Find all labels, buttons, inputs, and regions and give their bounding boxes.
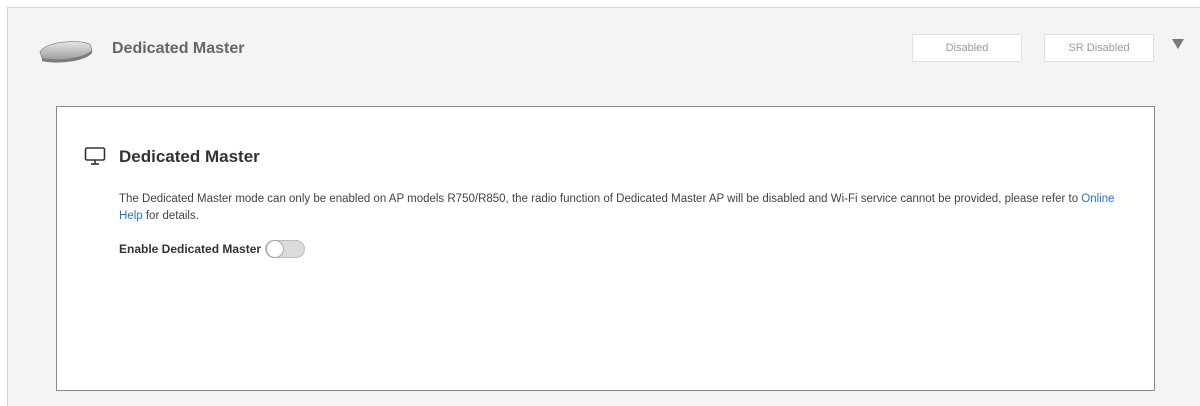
description-text: The Dedicated Master mode can only be en… [119, 191, 1119, 225]
dedicated-master-card: Dedicated Master The Dedicated Master mo… [56, 106, 1155, 391]
access-point-icon [39, 41, 93, 63]
page-title: Dedicated Master [112, 40, 245, 57]
enable-dedicated-master-row: Enable Dedicated Master [119, 239, 306, 259]
status-badge-sr-disabled: SR Disabled [1044, 34, 1154, 62]
card-title: Dedicated Master [119, 147, 260, 166]
dedicated-master-panel: Dedicated Master Disabled SR Disabled De… [7, 7, 1200, 406]
status-badge-disabled: Disabled [912, 34, 1022, 62]
enable-dedicated-master-toggle[interactable] [265, 240, 306, 258]
description-after-link: for details. [142, 210, 199, 222]
panel-header[interactable]: Dedicated Master Disabled SR Disabled [8, 8, 1200, 88]
monitor-icon [84, 147, 106, 165]
enable-dedicated-master-label: Enable Dedicated Master [119, 242, 262, 256]
toggle-knob [266, 240, 285, 258]
description-before-link: The Dedicated Master mode can only be en… [119, 193, 1082, 205]
caret-down-icon[interactable] [1171, 37, 1185, 51]
